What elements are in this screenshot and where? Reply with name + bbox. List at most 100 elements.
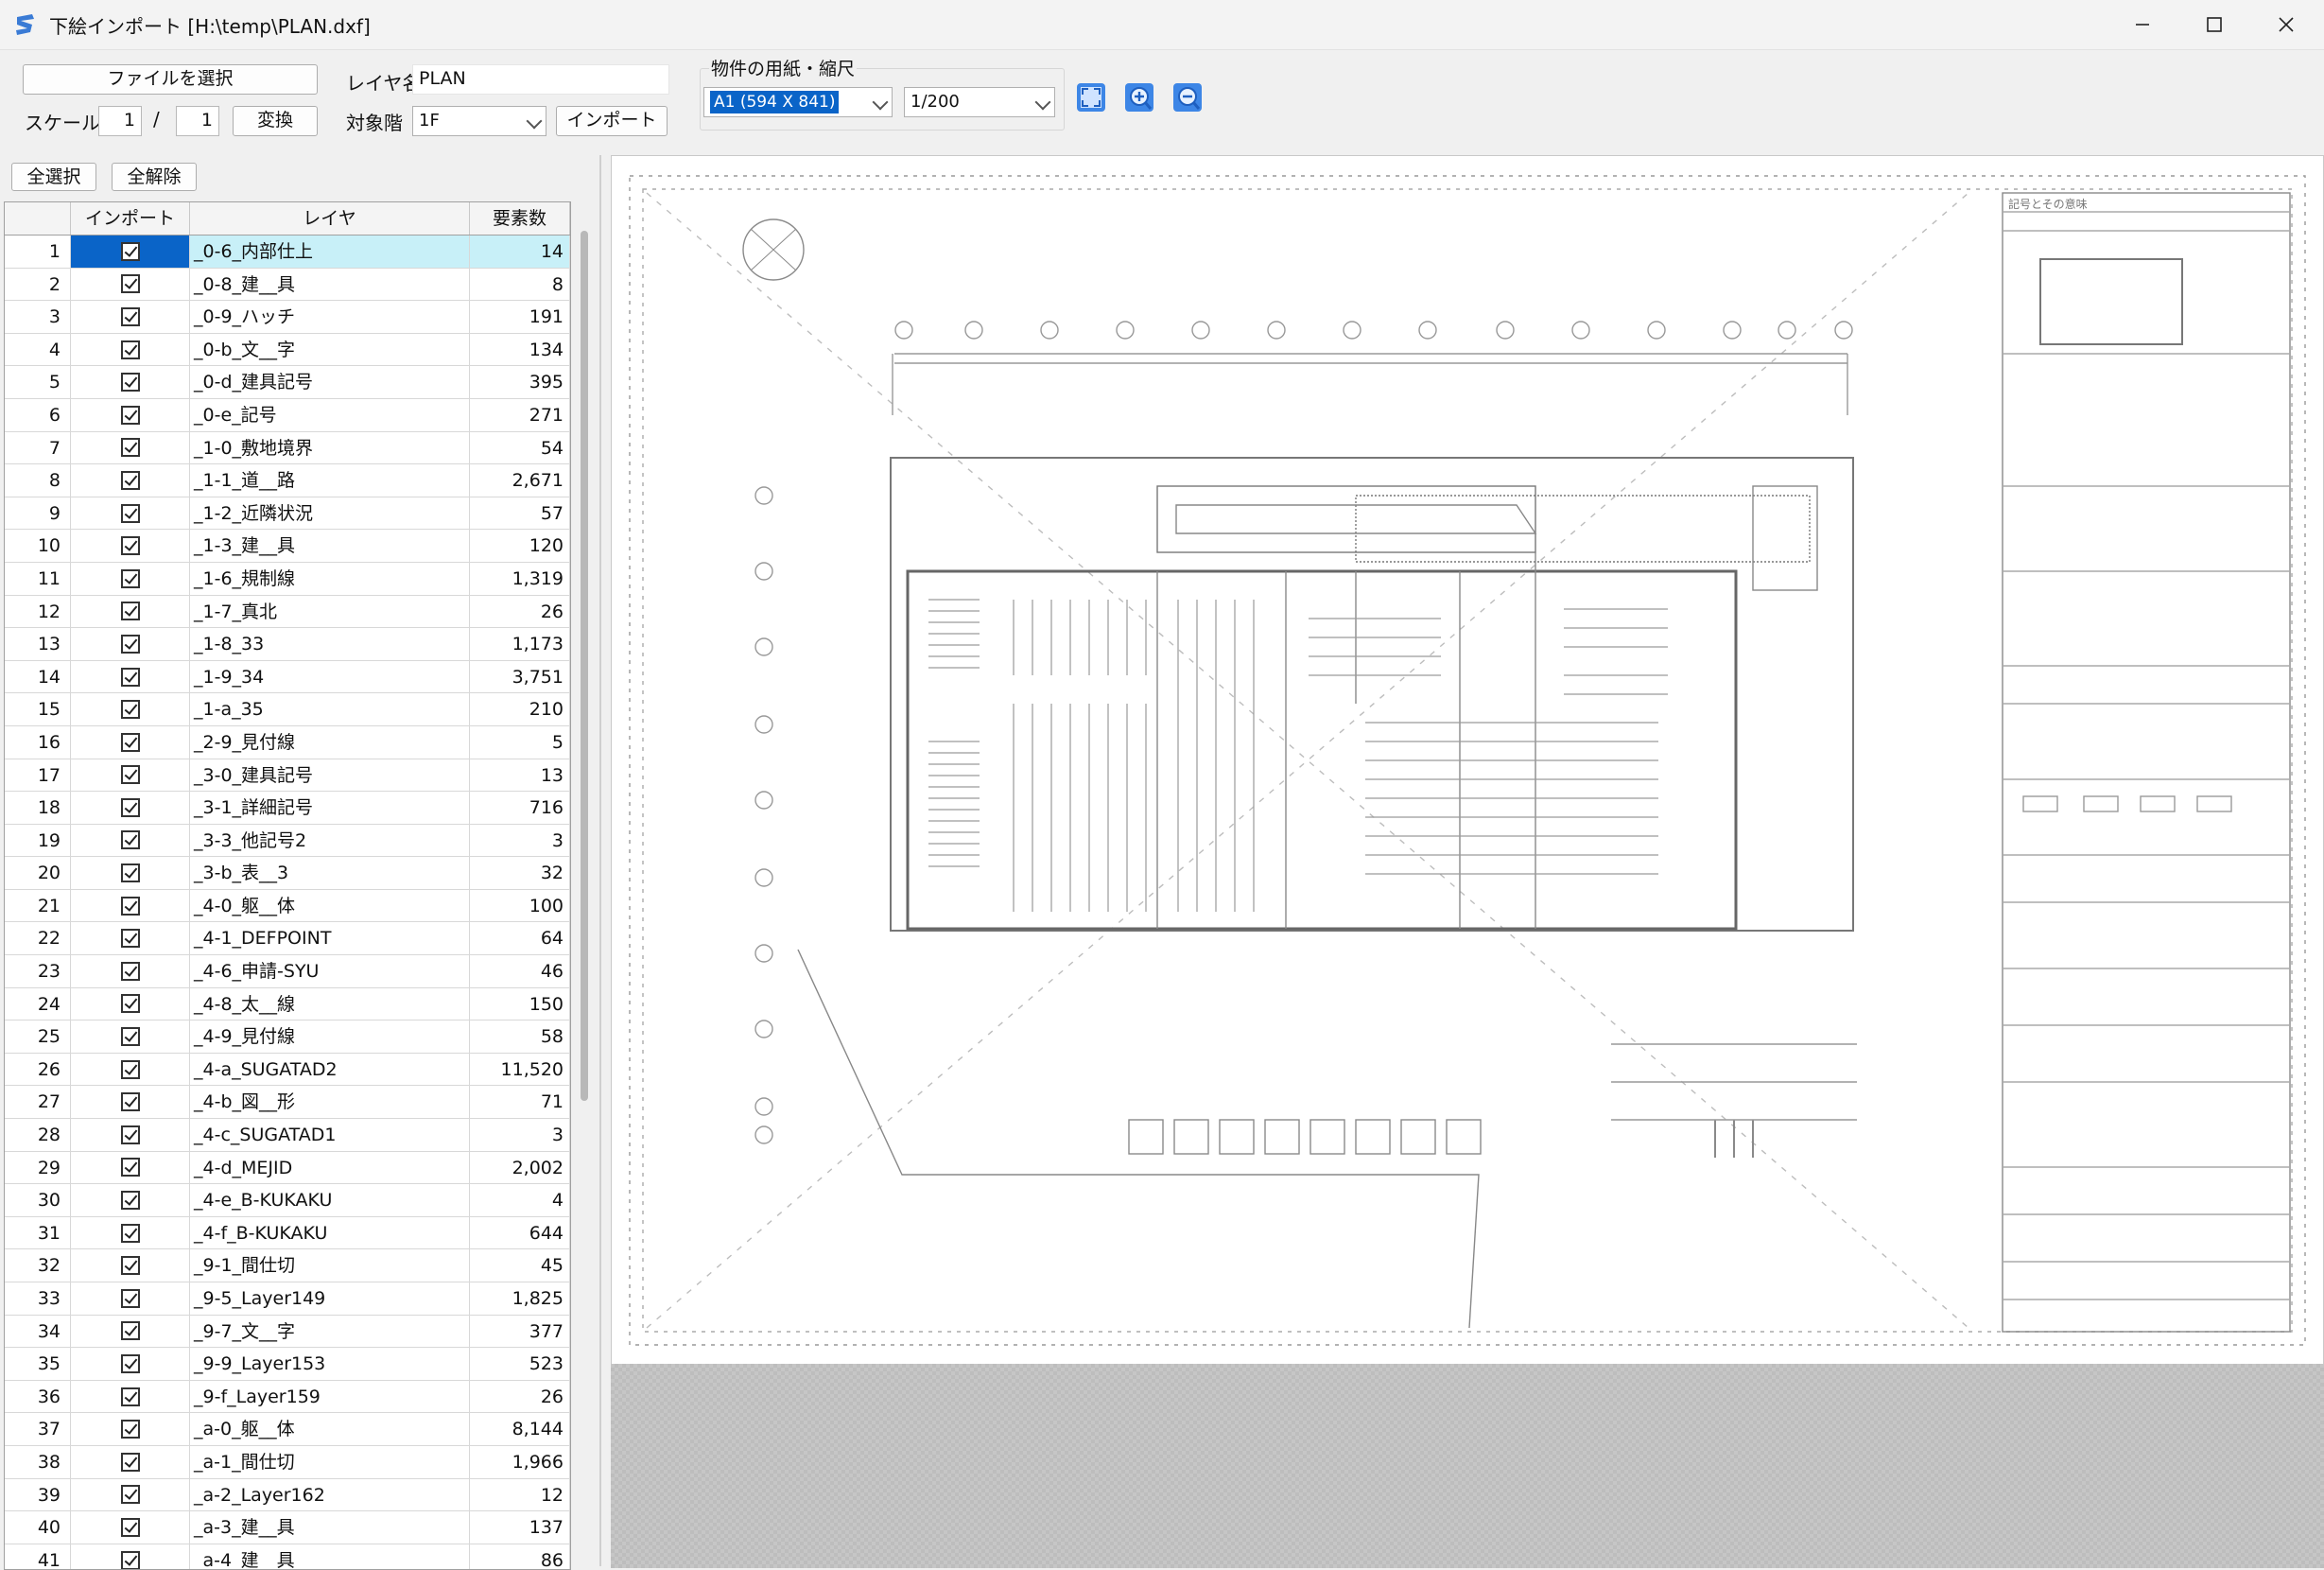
- layer-row[interactable]: 22 _4-1_DEFPOINT 64: [5, 922, 570, 956]
- import-checkbox-cell[interactable]: [71, 1282, 190, 1315]
- close-button[interactable]: [2250, 0, 2322, 49]
- layer-row[interactable]: 28 _4-c_SUGATAD1 3: [5, 1119, 570, 1152]
- import-checkbox[interactable]: [120, 1321, 140, 1341]
- layer-row[interactable]: 23 _4-6_申請-SYU 46: [5, 955, 570, 988]
- import-checkbox-cell[interactable]: [71, 1445, 190, 1478]
- import-checkbox[interactable]: [120, 568, 140, 588]
- import-checkbox[interactable]: [120, 864, 140, 883]
- import-checkbox[interactable]: [120, 1125, 140, 1144]
- layer-row[interactable]: 12 _1-7_真北 26: [5, 595, 570, 629]
- layer-row[interactable]: 36 _9-f_Layer159 26: [5, 1380, 570, 1414]
- import-checkbox-cell[interactable]: [71, 725, 190, 759]
- import-checkbox[interactable]: [120, 994, 140, 1014]
- import-checkbox[interactable]: [120, 1387, 140, 1406]
- layer-row[interactable]: 41 _a-4_建__具 86: [5, 1544, 570, 1569]
- layer-row[interactable]: 29 _4-d_MEJID 2,002: [5, 1151, 570, 1185]
- zoom-in-icon[interactable]: [1123, 81, 1155, 113]
- layer-row[interactable]: 33 _9-5_Layer149 1,825: [5, 1282, 570, 1316]
- layer-row[interactable]: 10 _1-3_建__具 120: [5, 530, 570, 563]
- import-checkbox-cell[interactable]: [71, 693, 190, 725]
- import-checkbox[interactable]: [120, 340, 140, 359]
- import-checkbox-cell[interactable]: [71, 955, 190, 987]
- import-checkbox-cell[interactable]: [71, 464, 190, 497]
- import-checkbox-cell[interactable]: [71, 595, 190, 628]
- import-checkbox[interactable]: [120, 274, 140, 294]
- import-checkbox-cell[interactable]: [71, 1053, 190, 1086]
- import-checkbox[interactable]: [120, 1420, 140, 1439]
- import-checkbox[interactable]: [120, 405, 140, 425]
- import-checkbox[interactable]: [120, 1092, 140, 1112]
- layer-row[interactable]: 11 _1-6_規制線 1,319: [5, 562, 570, 596]
- import-checkbox[interactable]: [120, 1550, 140, 1569]
- import-checkbox[interactable]: [120, 438, 140, 458]
- select-file-button[interactable]: ファイルを選択: [23, 64, 318, 95]
- paper-size-select[interactable]: A1 (594 X 841): [703, 87, 893, 117]
- import-checkbox[interactable]: [120, 830, 140, 850]
- layer-name-field[interactable]: PLAN: [412, 64, 669, 95]
- import-checkbox[interactable]: [120, 602, 140, 621]
- import-checkbox-cell[interactable]: [71, 268, 190, 301]
- deselect-all-button[interactable]: 全解除: [112, 163, 197, 191]
- layer-row[interactable]: 38 _a-1_間仕切 1,966: [5, 1445, 570, 1479]
- layer-row[interactable]: 16 _2-9_見付線 5: [5, 725, 570, 759]
- import-checkbox[interactable]: [120, 1256, 140, 1276]
- layer-row[interactable]: 15 _1-a_35 210: [5, 693, 570, 726]
- layer-row[interactable]: 31 _4-f_B-KUKAKU 644: [5, 1216, 570, 1250]
- layer-row[interactable]: 6 _0-e_記号 271: [5, 398, 570, 432]
- import-checkbox[interactable]: [120, 1517, 140, 1537]
- import-checkbox[interactable]: [120, 373, 140, 392]
- import-checkbox[interactable]: [120, 797, 140, 817]
- layer-row[interactable]: 40 _a-3_建__具 137: [5, 1511, 570, 1544]
- layer-row[interactable]: 9 _1-2_近隣状況 57: [5, 497, 570, 531]
- import-checkbox[interactable]: [120, 765, 140, 785]
- import-checkbox[interactable]: [120, 667, 140, 687]
- import-checkbox-cell[interactable]: [71, 1380, 190, 1413]
- import-checkbox-cell[interactable]: [71, 987, 190, 1020]
- import-checkbox-cell[interactable]: [71, 628, 190, 660]
- layer-row[interactable]: 39 _a-2_Layer162 12: [5, 1478, 570, 1512]
- fit-view-icon[interactable]: [1075, 81, 1107, 113]
- import-checkbox-cell[interactable]: [71, 1151, 190, 1184]
- import-checkbox[interactable]: [120, 503, 140, 523]
- layer-row[interactable]: 5 _0-d_建具記号 395: [5, 366, 570, 399]
- layer-row[interactable]: 35 _9-9_Layer153 523: [5, 1348, 570, 1381]
- zoom-out-icon[interactable]: [1171, 81, 1204, 113]
- scale-numerator-field[interactable]: 1: [98, 106, 142, 136]
- import-checkbox[interactable]: [120, 896, 140, 916]
- floor-select[interactable]: 1F: [412, 106, 546, 136]
- layer-row[interactable]: 8 _1-1_道__路 2,671: [5, 464, 570, 497]
- import-checkbox[interactable]: [120, 1158, 140, 1178]
- import-checkbox-cell[interactable]: [71, 1216, 190, 1249]
- import-checkbox-cell[interactable]: [71, 333, 190, 366]
- import-checkbox-cell[interactable]: [71, 1544, 190, 1569]
- import-checkbox[interactable]: [120, 929, 140, 949]
- select-all-button[interactable]: 全選択: [11, 163, 96, 191]
- layer-row[interactable]: 19 _3-3_他記号2 3: [5, 824, 570, 858]
- layer-row[interactable]: 26 _4-a_SUGATAD2 11,520: [5, 1053, 570, 1087]
- layer-row[interactable]: 21 _4-0_躯__体 100: [5, 889, 570, 923]
- import-checkbox[interactable]: [120, 732, 140, 752]
- import-button[interactable]: インポート: [556, 106, 668, 136]
- import-checkbox-cell[interactable]: [71, 922, 190, 955]
- import-checkbox[interactable]: [120, 241, 140, 261]
- import-checkbox[interactable]: [120, 306, 140, 326]
- import-checkbox-cell[interactable]: [71, 824, 190, 857]
- maximize-button[interactable]: [2178, 0, 2250, 49]
- convert-button[interactable]: 変換: [233, 106, 318, 136]
- layer-row[interactable]: 27 _4-b_図__形 71: [5, 1086, 570, 1120]
- import-checkbox-cell[interactable]: [71, 1478, 190, 1511]
- layer-row[interactable]: 13 _1-8_33 1,173: [5, 628, 570, 661]
- import-checkbox[interactable]: [120, 700, 140, 720]
- import-checkbox-cell[interactable]: [71, 431, 190, 464]
- import-checkbox-cell[interactable]: [71, 398, 190, 431]
- import-checkbox-cell[interactable]: [71, 366, 190, 398]
- import-checkbox[interactable]: [120, 536, 140, 556]
- layer-row[interactable]: 17 _3-0_建具記号 13: [5, 759, 570, 793]
- import-checkbox[interactable]: [120, 1223, 140, 1243]
- layer-row[interactable]: 20 _3-b_表__3 32: [5, 857, 570, 890]
- import-checkbox-cell[interactable]: [71, 1511, 190, 1544]
- import-checkbox[interactable]: [120, 1288, 140, 1308]
- layer-row[interactable]: 1 _0-6_内部仕上 14: [5, 236, 570, 269]
- scale-denominator-field[interactable]: 1: [176, 106, 219, 136]
- import-checkbox-cell[interactable]: [71, 1348, 190, 1380]
